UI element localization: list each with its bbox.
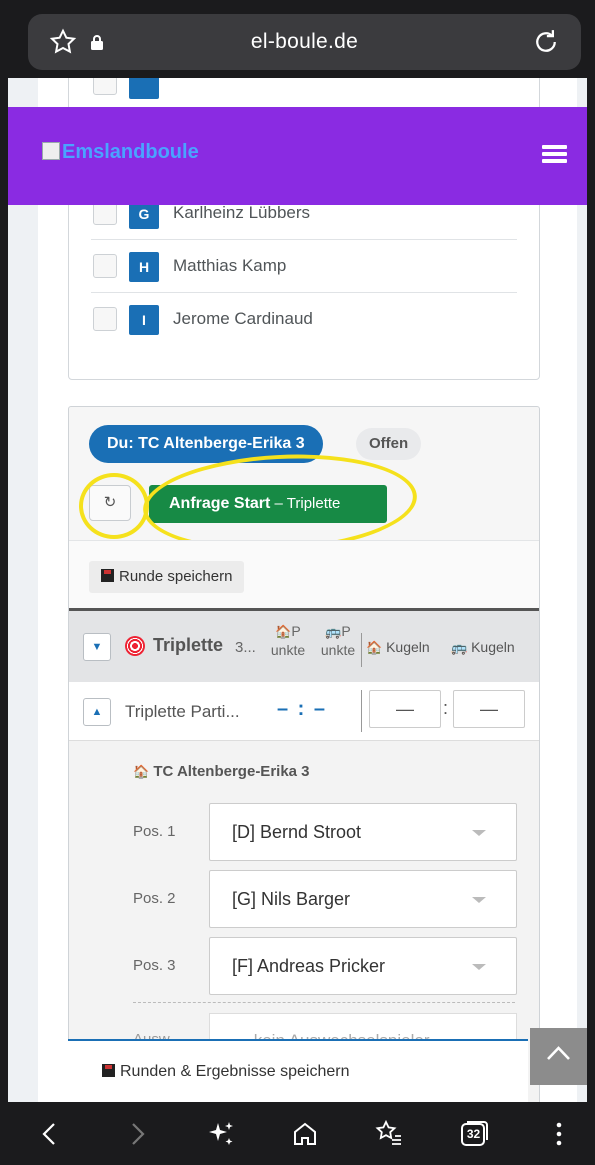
lineup-team: 🏠 TC Altenberge-Erika 3 [133, 763, 310, 780]
forward-icon[interactable] [121, 1118, 153, 1150]
site-logo[interactable]: Emslandboule [42, 141, 199, 167]
collapse-toggle-button[interactable]: ▼ [83, 633, 111, 661]
reload-icon[interactable] [531, 27, 561, 57]
player-checkbox[interactable] [93, 307, 117, 331]
player-row[interactable] [91, 78, 517, 110]
column-divider [361, 633, 362, 667]
chevron-down-icon [472, 830, 486, 836]
chevron-down-icon [472, 897, 486, 903]
player-letter-badge: H [129, 252, 159, 282]
position-2-select[interactable]: [G] Nils Barger [209, 870, 517, 928]
position-1-select[interactable]: [D] Bernd Stroot [209, 803, 517, 861]
home-icon[interactable] [289, 1118, 321, 1150]
bus-icon: 🚌 [451, 640, 468, 655]
browser-nav-bar: 32 [0, 1102, 595, 1165]
game-title: Triplette Parti... [125, 702, 240, 721]
floppy-disk-icon [101, 569, 114, 582]
bus-icon: 🚌 [325, 624, 342, 639]
tab-count: 32 [466, 1127, 481, 1141]
save-all-label: Runden & Ergebnisse speichern [120, 1063, 350, 1080]
guest-points-header: 🚌P unkte [320, 623, 356, 658]
address-bar[interactable]: el-boule.de [28, 14, 581, 70]
home-balls-input[interactable]: — [369, 690, 441, 728]
match-card: Du: TC Altenberge-Erika 3 Offen ↻ Anfrag… [68, 406, 540, 1102]
game-type: Triplette [153, 635, 224, 655]
chevron-up-icon [547, 1046, 570, 1060]
guest-balls-input[interactable]: — [453, 690, 525, 728]
game-table-header: ▼ Triplette 3... 🏠P unkte 🚌P unkte 🏠 Kug… [69, 608, 539, 683]
home-icon: 🏠 [275, 624, 292, 639]
selected-player: [G] Nils Barger [232, 889, 351, 909]
more-icon[interactable] [543, 1118, 575, 1150]
caret-up-icon: ▲ [91, 706, 103, 718]
guest-balls-header: 🚌 Kugeln [451, 639, 515, 655]
home-icon: 🏠 [133, 764, 150, 779]
player-name: Jerome Cardinaud [173, 309, 313, 328]
score-separator: : [443, 698, 449, 718]
player-row[interactable]: I Jerome Cardinaud [91, 293, 517, 345]
game-score: – : – [277, 698, 328, 720]
player-name: Karlheinz Lübbers [173, 203, 311, 222]
chevron-down-icon [472, 964, 486, 970]
player-letter-badge [129, 78, 159, 99]
player-checkbox[interactable] [93, 254, 117, 278]
sparkle-icon[interactable] [205, 1118, 237, 1150]
home-icon: 🏠 [366, 640, 383, 655]
player-row[interactable]: H Matthias Kamp [91, 240, 517, 293]
save-round-button[interactable]: Runde speichern [89, 561, 245, 593]
selected-player: [D] Bernd Stroot [232, 822, 362, 842]
broken-image-icon [42, 142, 60, 160]
selected-player: [F] Andreas Pricker [232, 956, 386, 976]
url-text[interactable]: el-boule.de [28, 30, 581, 54]
position-3-select[interactable]: [F] Andreas Pricker [209, 937, 517, 995]
position-label: Pos. 1 [133, 823, 176, 840]
position-label: Pos. 2 [133, 890, 176, 907]
player-name: Matthias Kamp [173, 256, 287, 275]
column-divider [361, 690, 362, 732]
save-all-button[interactable]: Runden & Ergebnisse speichern [102, 1063, 349, 1081]
target-icon [125, 636, 145, 656]
game-count: 3... [235, 639, 256, 656]
save-round-row: Runde speichern [69, 540, 539, 609]
home-points-header: 🏠P unkte [270, 623, 306, 658]
scroll-to-top-button[interactable] [530, 1028, 587, 1085]
player-checkbox[interactable] [93, 78, 117, 95]
game-row: ▲ Triplette Parti... – : – — : — [69, 682, 539, 741]
highlight-annotation-refresh [79, 473, 149, 539]
sticky-save-bar: Runden & Ergebnisse speichern [68, 1039, 528, 1102]
site-header: Emslandboule [8, 107, 587, 205]
player-letter-badge: I [129, 305, 159, 335]
status-badge: Offen [356, 428, 422, 460]
position-label: Pos. 3 [133, 957, 176, 974]
back-icon[interactable] [34, 1118, 66, 1150]
bookmarks-icon[interactable] [373, 1118, 405, 1150]
browser-top-bar: el-boule.de [0, 0, 595, 78]
expand-toggle-button[interactable]: ▲ [83, 698, 111, 726]
tabs-icon[interactable]: 32 [458, 1118, 490, 1150]
divider [133, 1002, 515, 1003]
home-balls-header: 🏠 Kugeln [366, 639, 430, 655]
content-column: G Karlheinz Lübbers H Matthias Kamp I Je… [38, 78, 577, 1102]
web-page: G Karlheinz Lübbers H Matthias Kamp I Je… [8, 78, 587, 1102]
caret-down-icon: ▼ [91, 641, 103, 653]
save-round-label: Runde speichern [119, 568, 233, 585]
hamburger-icon[interactable] [542, 145, 567, 169]
floppy-disk-icon [102, 1064, 115, 1077]
